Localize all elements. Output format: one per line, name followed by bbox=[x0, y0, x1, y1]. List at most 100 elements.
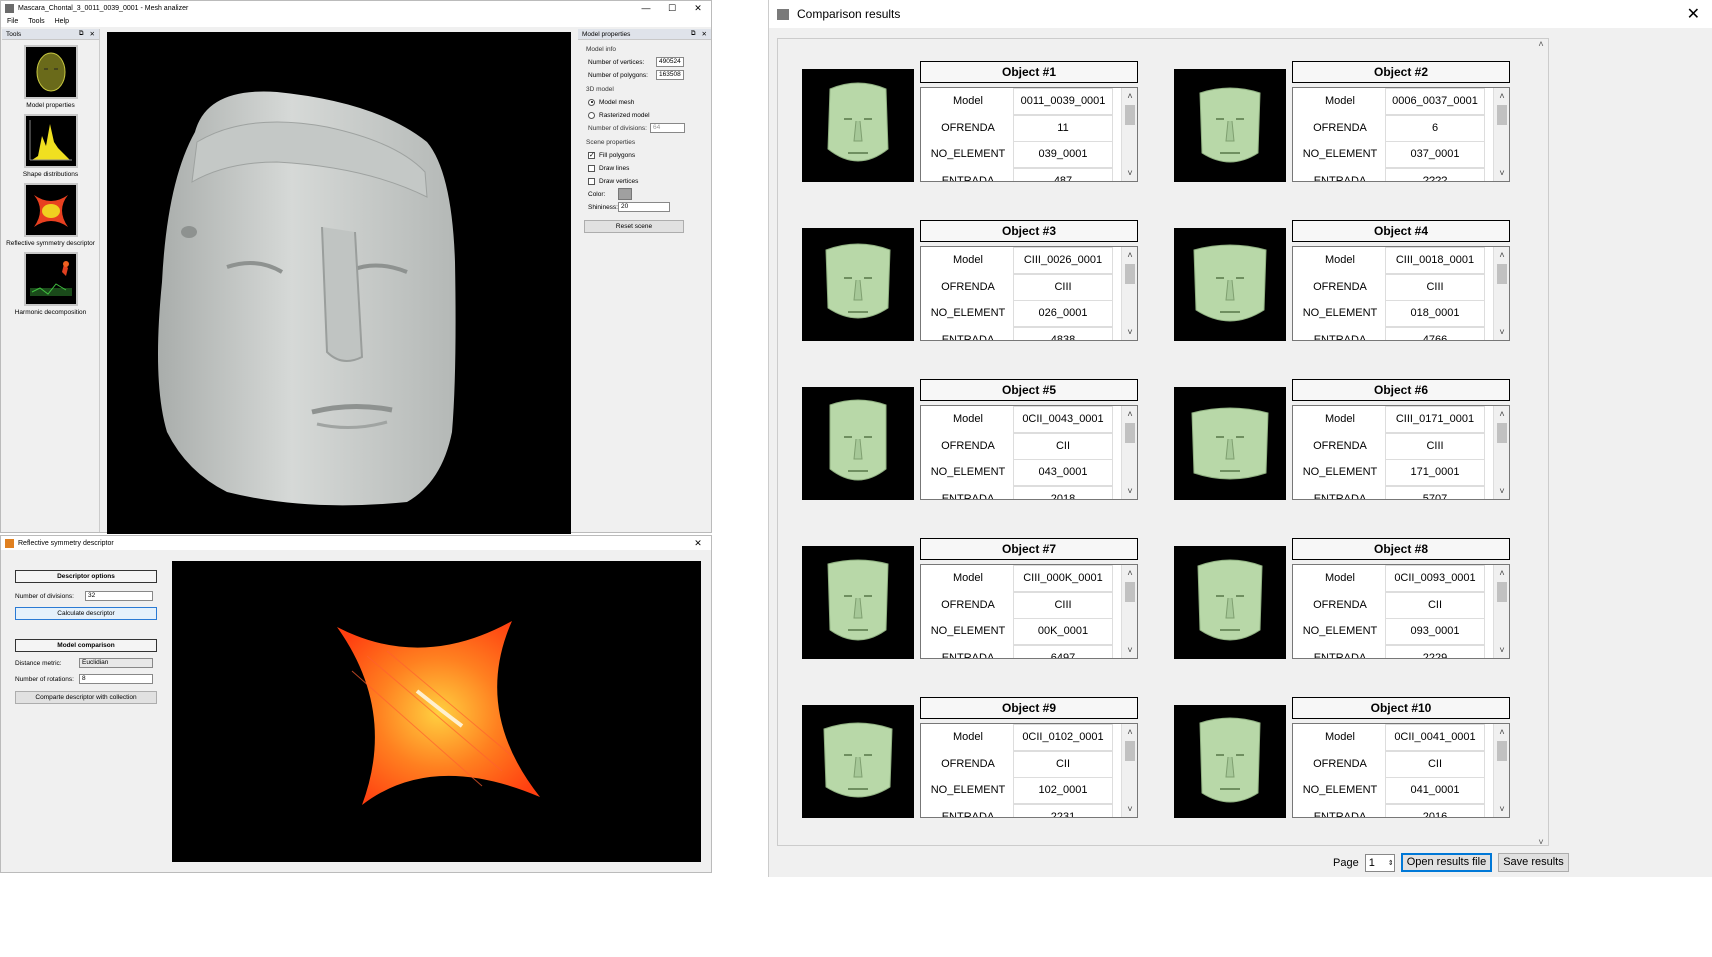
float-icon[interactable]: ⧉ bbox=[691, 30, 696, 38]
scroll-down-icon[interactable]: ˅ bbox=[1534, 837, 1548, 845]
field-value: 487 bbox=[1013, 167, 1113, 181]
draw-lines-checkbox[interactable] bbox=[588, 164, 595, 172]
field-label: NO_ELEMENT bbox=[930, 625, 1006, 637]
draw-vertices-checkbox[interactable] bbox=[588, 177, 595, 185]
result-properties-table[interactable]: Model CIII_0018_0001 OFRENDA CIII NO_ELEMENT… bbox=[1292, 246, 1510, 341]
results-scrollbar[interactable]: ˄ ˅ bbox=[1534, 39, 1548, 845]
table-scrollbar[interactable]: ˄ ˅ bbox=[1121, 406, 1137, 499]
color-swatch[interactable] bbox=[618, 188, 632, 200]
scroll-up-icon[interactable]: ˄ bbox=[1494, 406, 1509, 422]
result-properties-table[interactable]: Model CIII_000K_0001 OFRENDA CIII NO_ELEMENT… bbox=[920, 564, 1138, 659]
close-icon[interactable]: ✕ bbox=[685, 538, 711, 549]
scroll-thumb[interactable] bbox=[1497, 582, 1507, 602]
result-properties-table[interactable]: Model 0006_0037_0001 OFRENDA 6 NO_ELEMENT 037… bbox=[1292, 87, 1510, 182]
scroll-down-icon[interactable]: ˅ bbox=[1494, 324, 1509, 340]
panel-close-icon[interactable]: ✕ bbox=[702, 30, 707, 38]
scroll-down-icon[interactable]: ˅ bbox=[1494, 483, 1509, 499]
scroll-thumb[interactable] bbox=[1497, 741, 1507, 761]
field-label: OFRENDA bbox=[1313, 439, 1367, 452]
scroll-down-icon[interactable]: ˅ bbox=[1494, 801, 1509, 817]
3d-viewport[interactable] bbox=[107, 32, 571, 534]
table-scrollbar[interactable]: ˄ ˅ bbox=[1493, 247, 1509, 340]
scroll-down-icon[interactable]: ˅ bbox=[1122, 801, 1137, 817]
results-scroll-area[interactable]: Object #1 Model 0011_0039_0001 OFRENDA 11 NO_… bbox=[777, 38, 1549, 846]
table-scrollbar[interactable]: ˄ ˅ bbox=[1121, 565, 1137, 658]
scroll-up-icon[interactable]: ˄ bbox=[1122, 565, 1137, 581]
rasterized-radio[interactable] bbox=[588, 111, 595, 119]
scroll-up-icon[interactable]: ˄ bbox=[1122, 247, 1137, 263]
scroll-down-icon[interactable]: ˅ bbox=[1494, 165, 1509, 181]
open-results-button[interactable]: Open results file bbox=[1400, 853, 1493, 872]
menu-tools[interactable]: Tools bbox=[28, 18, 44, 25]
calculate-descriptor-button[interactable]: Calculate descriptor bbox=[15, 607, 157, 620]
menu-file[interactable]: File bbox=[7, 18, 18, 25]
scroll-down-icon[interactable]: ˅ bbox=[1494, 642, 1509, 658]
reset-scene-button[interactable]: Reset scene bbox=[584, 220, 684, 233]
scroll-up-icon[interactable]: ˄ bbox=[1494, 88, 1509, 104]
divisions-spinbox[interactable]: 32 bbox=[85, 591, 153, 601]
table-scrollbar[interactable]: ˄ ˅ bbox=[1493, 724, 1509, 817]
scroll-up-icon[interactable]: ˄ bbox=[1122, 724, 1137, 740]
table-scrollbar[interactable]: ˄ ˅ bbox=[1121, 247, 1137, 340]
scroll-up-icon[interactable]: ˄ bbox=[1122, 88, 1137, 104]
scroll-down-icon[interactable]: ˅ bbox=[1122, 324, 1137, 340]
mask-thumbnail-render bbox=[1199, 717, 1261, 803]
model-mesh-radio[interactable] bbox=[588, 98, 595, 106]
compare-descriptor-button[interactable]: Comparte descriptor with collection bbox=[15, 691, 157, 704]
result-properties-table[interactable]: Model 0011_0039_0001 OFRENDA 11 NO_ELEMENT 03… bbox=[920, 87, 1138, 182]
minimize-icon[interactable]: — bbox=[633, 3, 659, 14]
scroll-down-icon[interactable]: ˅ bbox=[1122, 165, 1137, 181]
scroll-thumb[interactable] bbox=[1125, 264, 1135, 284]
result-properties-table[interactable]: Model 0CII_0041_0001 OFRENDA CII NO_ELEMENT 0… bbox=[1292, 723, 1510, 818]
result-properties-table[interactable]: Model CIII_0026_0001 OFRENDA CIII NO_ELEMENT… bbox=[920, 246, 1138, 341]
table-row: NO_ELEMENT 043_0001 bbox=[925, 459, 1113, 486]
float-icon[interactable]: ⧉ bbox=[79, 30, 84, 38]
close-icon[interactable]: ✕ bbox=[685, 3, 711, 14]
shininess-spinbox[interactable]: 20 bbox=[618, 202, 670, 212]
maximize-icon[interactable]: ☐ bbox=[659, 3, 685, 14]
result-card-title: Object #8 bbox=[1292, 538, 1510, 560]
result-properties-table[interactable]: Model 0CII_0093_0001 OFRENDA CII NO_ELEMENT 0… bbox=[1292, 564, 1510, 659]
scroll-up-icon[interactable]: ˄ bbox=[1494, 724, 1509, 740]
spin-arrows-icon[interactable]: ⇕ bbox=[1388, 859, 1394, 867]
table-scrollbar[interactable]: ˄ ˅ bbox=[1493, 565, 1509, 658]
save-results-button[interactable]: Save results bbox=[1498, 853, 1569, 872]
table-row: ENTRADA 2231 bbox=[925, 803, 1113, 817]
scroll-thumb[interactable] bbox=[1497, 423, 1507, 443]
result-properties-table[interactable]: Model CIII_0171_0001 OFRENDA CIII NO_ELEMENT… bbox=[1292, 405, 1510, 500]
table-row: OFRENDA 6 bbox=[1297, 114, 1485, 142]
result-properties-table[interactable]: Model 0CII_0102_0001 OFRENDA CII NO_ELEMENT 1… bbox=[920, 723, 1138, 818]
menu-help[interactable]: Help bbox=[55, 18, 69, 25]
table-scrollbar[interactable]: ˄ ˅ bbox=[1121, 724, 1137, 817]
table-scrollbar[interactable]: ˄ ˅ bbox=[1121, 88, 1137, 181]
scroll-up-icon[interactable]: ˄ bbox=[1122, 406, 1137, 422]
tool-reflective-symmetry[interactable]: Reflective symmetry descriptor bbox=[2, 183, 99, 247]
scroll-down-icon[interactable]: ˅ bbox=[1122, 642, 1137, 658]
scroll-up-icon[interactable]: ˄ bbox=[1494, 565, 1509, 581]
close-icon[interactable]: ✕ bbox=[1687, 4, 1700, 24]
scroll-thumb[interactable] bbox=[1497, 264, 1507, 284]
scroll-thumb[interactable] bbox=[1497, 105, 1507, 125]
scroll-thumb[interactable] bbox=[1125, 582, 1135, 602]
scroll-thumb[interactable] bbox=[1125, 105, 1135, 125]
table-row: NO_ELEMENT 041_0001 bbox=[1297, 777, 1485, 804]
scroll-thumb[interactable] bbox=[1125, 741, 1135, 761]
scroll-thumb[interactable] bbox=[1125, 423, 1135, 443]
tool-harmonic-decomposition[interactable]: Harmonic decomposition bbox=[2, 252, 99, 316]
scroll-down-icon[interactable]: ˅ bbox=[1122, 483, 1137, 499]
descriptor-viewport[interactable] bbox=[172, 561, 701, 862]
scroll-up-icon[interactable]: ˄ bbox=[1534, 39, 1548, 49]
scroll-up-icon[interactable]: ˄ bbox=[1494, 247, 1509, 263]
tool-model-properties[interactable]: Model properties bbox=[2, 45, 99, 109]
divisions-spinbox[interactable]: 64 bbox=[650, 123, 685, 133]
rotations-spinbox[interactable]: 8 bbox=[79, 674, 153, 684]
panel-close-icon[interactable]: ✕ bbox=[90, 30, 95, 38]
tools-panel: Tools ⧉ ✕ Model properties Shape distribu… bbox=[2, 29, 100, 532]
table-scrollbar[interactable]: ˄ ˅ bbox=[1493, 88, 1509, 181]
table-scrollbar[interactable]: ˄ ˅ bbox=[1493, 406, 1509, 499]
page-spinbox[interactable]: 1 ⇕ bbox=[1364, 853, 1395, 872]
distance-metric-select[interactable]: Euclidian bbox=[79, 658, 153, 668]
result-properties-table[interactable]: Model 0CII_0043_0001 OFRENDA CII NO_ELEMENT 0… bbox=[920, 405, 1138, 500]
tool-shape-distributions[interactable]: Shape distributions bbox=[2, 114, 99, 178]
fill-polygons-checkbox[interactable]: ✓ bbox=[588, 151, 595, 159]
